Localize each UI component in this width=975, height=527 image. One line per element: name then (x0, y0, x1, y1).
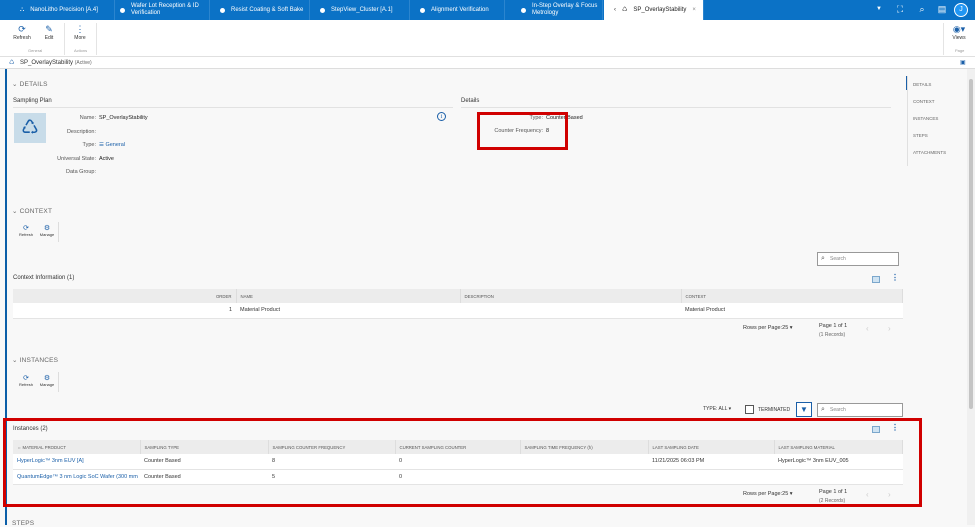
kebab-icon[interactable]: ⋮ (891, 273, 899, 282)
tab-instep-overlay[interactable]: In-Step Overlay & Focus Metrology (505, 0, 603, 20)
feedback-icon[interactable]: ▤ (935, 4, 949, 15)
instances-section-header[interactable]: ⌄ INSTANCES (12, 356, 58, 364)
filter-button[interactable]: ▼ (796, 402, 812, 417)
name-value: SP_OverlayStability (99, 115, 148, 121)
fullscreen-icon[interactable]: ⛶ (893, 4, 907, 15)
tab-sp-overlaystability[interactable]: ‹ ♺ SP_OverlayStability × (604, 0, 704, 20)
scrollbar[interactable] (967, 69, 975, 525)
ribbon-toolbar: ⟳ Refresh ✎ Edit General ⋮ More Actions ◉▾ V… (0, 20, 975, 57)
group-label-general: General (28, 48, 43, 53)
views-button[interactable]: ◉▾ Views (947, 24, 971, 41)
caret-down-icon: ▾ (727, 406, 732, 412)
avatar[interactable]: J (954, 3, 968, 17)
page-indicator: Page 1 of 1 (819, 323, 848, 329)
tab-wafer-lot[interactable]: Wafer Lot Reception & ID Verification (110, 0, 210, 20)
dot-icon (120, 7, 125, 13)
sitemap-icon: ⛬ (20, 6, 25, 13)
dot-icon (420, 7, 425, 13)
manage-icon: ⚙ (43, 375, 51, 382)
info-icon[interactable]: i (437, 112, 446, 121)
eye-icon: ◉▾ (952, 24, 966, 34)
more-button[interactable]: ⋮ More (70, 24, 90, 41)
record-count: (1 Records) (819, 332, 846, 338)
context-section-header[interactable]: ⌄ CONTEXT (12, 207, 52, 215)
sampling-icon: ♺ (9, 60, 15, 66)
group-label-actions: Actions (74, 48, 88, 53)
context-manage-button[interactable]: ⚙ Manage (37, 224, 57, 237)
details-fields: Name: SP_OverlayStability Description: Ty… (57, 115, 148, 175)
instances-manage-button[interactable]: ⚙ Manage (37, 374, 57, 387)
highlight-box (477, 112, 568, 150)
type-link[interactable]: ☰ General (99, 142, 125, 156)
dot-icon (521, 7, 526, 13)
highlight-box (3, 418, 922, 507)
terminated-label: TERMINATED (758, 407, 791, 413)
caret-down-icon: ▾ (789, 325, 793, 331)
nav-attachments[interactable]: ATTACHMENTS (913, 150, 946, 155)
next-page-icon[interactable]: › (888, 324, 891, 333)
entity-title-bar: ♺ SP_OverlayStability (Active) ▣ (0, 57, 975, 69)
entity-name: SP_OverlayStability (20, 60, 74, 66)
terminated-checkbox[interactable] (745, 405, 754, 414)
refresh-button[interactable]: ⟳ Refresh (12, 24, 32, 41)
chevron-down-icon: ⌄ (12, 357, 20, 364)
panel-toggle-icon[interactable]: ▣ (960, 57, 966, 69)
refresh-icon: ⟳ (23, 225, 29, 232)
tab-bar: ⛬ NanoLitho Precision [A.4] Wafer Lot Rec… (0, 0, 975, 20)
refresh-icon: ⟳ (18, 24, 26, 34)
details-section-header[interactable]: ⌄ DETAILS (12, 80, 48, 88)
tab-resist-coating[interactable]: Resist Coating & Soft Bake (210, 0, 310, 20)
edit-button[interactable]: ✎ Edit (39, 24, 59, 41)
column-chooser-icon[interactable] (872, 276, 880, 283)
chevron-down-icon: ⌄ (12, 208, 20, 215)
context-search-input[interactable]: Search (817, 252, 899, 266)
sampling-icon: ♺ (622, 6, 628, 13)
dot-icon (220, 7, 225, 13)
pencil-icon: ✎ (45, 24, 53, 34)
chevron-left-icon[interactable]: ‹ (614, 7, 616, 14)
tab-alignment[interactable]: Alignment Verification (410, 0, 505, 20)
instances-search-input[interactable]: Search (817, 403, 903, 417)
table-row[interactable]: 1 Material Product Material Product (13, 303, 903, 319)
funnel-icon: ▼ (800, 405, 808, 414)
nav-steps[interactable]: STEPS (913, 133, 928, 138)
instances-refresh-button[interactable]: ⟳ Refresh (16, 374, 36, 387)
tab-nanolitho[interactable]: ⛬ NanoLitho Precision [A.4] (0, 0, 115, 20)
context-table-title: Context Information (1) (13, 275, 75, 281)
nav-context[interactable]: CONTEXT (913, 99, 935, 104)
tab-stepview[interactable]: StepView_Cluster [A.1] (310, 0, 410, 20)
context-refresh-button[interactable]: ⟳ Refresh (16, 224, 36, 237)
nav-instances[interactable]: INSTANCES (913, 116, 938, 121)
nav-details[interactable]: DETAILS (913, 82, 931, 87)
group-label-page: Page (955, 48, 965, 53)
entity-state: (Active) (74, 60, 92, 66)
rows-per-page-select[interactable]: Rows per Page:25 ▾ (743, 325, 793, 331)
context-table: ORDER NAME DESCRIPTION CONTEXT 1 Material Pr… (13, 289, 903, 319)
details-heading: Details (461, 98, 480, 104)
refresh-icon: ⟳ (23, 375, 29, 382)
tabs-dropdown-icon[interactable]: ▼ (872, 6, 886, 12)
sampling-plan-heading: Sampling Plan (13, 98, 52, 104)
steps-section-header[interactable]: STEPS (12, 520, 34, 527)
scrollbar-thumb[interactable] (969, 79, 973, 409)
search-icon[interactable]: ⌕ (915, 4, 929, 15)
chevron-down-icon: ⌄ (12, 81, 20, 88)
dot-icon (320, 7, 325, 13)
prev-page-icon[interactable]: ‹ (866, 324, 869, 333)
manage-icon: ⚙ (43, 225, 51, 232)
type-filter-dropdown[interactable]: TYPE: ALL ▾ (703, 406, 731, 412)
close-icon[interactable]: × (692, 7, 696, 14)
kebab-icon: ⋮ (75, 24, 85, 34)
